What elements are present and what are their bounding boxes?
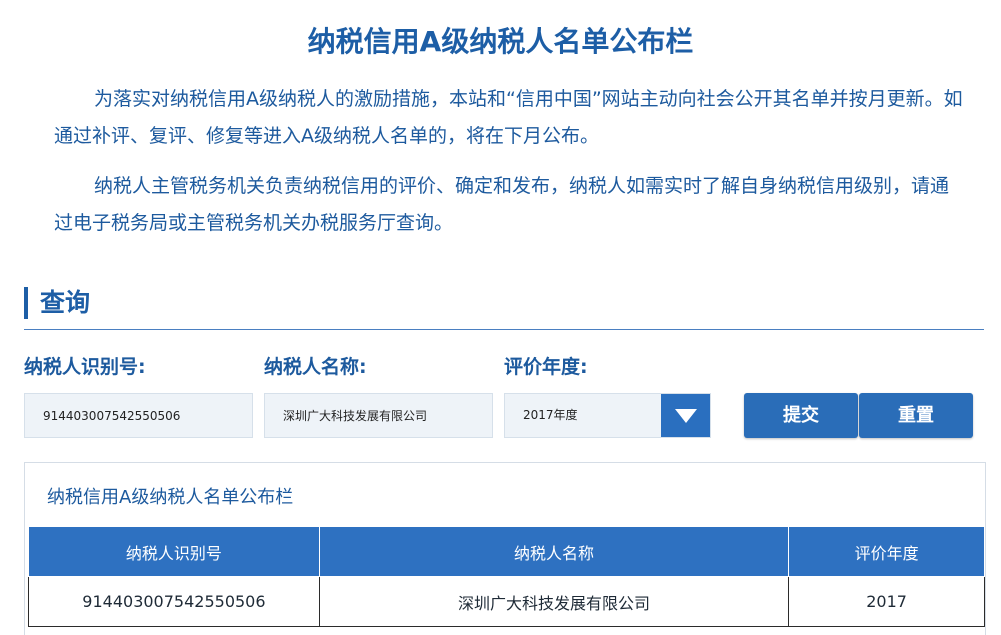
column-header-evaluation-year: 评价年度 — [788, 526, 985, 577]
evaluation-year-value: 2017年度 — [523, 408, 578, 422]
taxpayer-name-input[interactable] — [264, 393, 493, 438]
table-row: 914403007542550506 深圳广大科技发展有限公司 2017 — [28, 576, 985, 627]
intro-paragraph-2: 纳税人主管税务机关负责纳税信用的评价、确定和发布，纳税人如需实时了解自身纳税信用… — [54, 168, 966, 242]
page-title: 纳税信用A级纳税人名单公布栏 — [307, 25, 694, 58]
intro-text-1: 为落实对纳税信用A级纳税人的激励措施，本站和“信用中国”网站主动向社会公开其名单… — [54, 88, 963, 147]
cell-taxpayer-name: 深圳广大科技发展有限公司 — [318, 576, 790, 627]
intro-text-2: 纳税人主管税务机关负责纳税信用的评价、确定和发布，纳税人如需实时了解自身纳税信用… — [54, 175, 950, 234]
intro-paragraph-1: 为落实对纳税信用A级纳税人的激励措施，本站和“信用中国”网站主动向社会公开其名单… — [54, 81, 966, 155]
cell-taxpayer-id: 914403007542550506 — [28, 576, 320, 627]
taxpayer-id-label: 纳税人识别号: — [24, 356, 146, 378]
column-header-taxpayer-name: 纳税人名称 — [318, 526, 790, 577]
result-panel-title: 纳税信用A级纳税人名单公布栏 — [47, 487, 294, 508]
result-panel: 纳税信用A级纳税人名单公布栏 纳税人识别号 纳税人名称 评价年度 9144030… — [24, 462, 986, 635]
reset-button[interactable]: 重置 — [859, 393, 973, 438]
evaluation-year-select[interactable]: 2017年度 — [504, 393, 711, 438]
cell-evaluation-year: 2017 — [788, 576, 985, 627]
section-divider — [24, 329, 984, 330]
taxpayer-id-input[interactable] — [24, 393, 253, 438]
query-section-heading: 查询 — [24, 287, 90, 319]
submit-button[interactable]: 提交 — [744, 393, 858, 438]
column-header-taxpayer-id: 纳税人识别号 — [28, 526, 320, 577]
triangle-down-icon[interactable] — [661, 394, 710, 437]
result-table: 纳税人识别号 纳税人名称 评价年度 914403007542550506 深圳广… — [28, 526, 985, 627]
table-header-row: 纳税人识别号 纳税人名称 评价年度 — [28, 526, 985, 577]
taxpayer-name-label: 纳税人名称: — [264, 356, 367, 378]
evaluation-year-label: 评价年度: — [504, 356, 588, 378]
